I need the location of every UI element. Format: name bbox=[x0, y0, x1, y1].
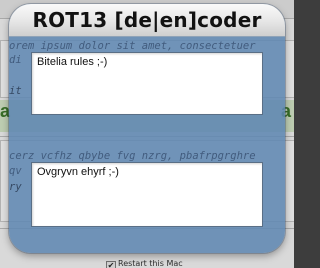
title-bar[interactable]: ROT13 [de|en]coder bbox=[9, 4, 285, 37]
background-text-line: orem ipsum dolor sit amet, consectetuer bbox=[9, 40, 256, 52]
widget-title: ROT13 [de|en]coder bbox=[32, 8, 262, 32]
ciphertext-output[interactable]: Ovgryvn ehyrf ;-) bbox=[31, 162, 263, 227]
background-text-line: cerz vcfhz qbybe fvg nzrg, pbafrpgrghre bbox=[9, 150, 256, 162]
rot13-widget: ROT13 [de|en]coder orem ipsum dolor sit … bbox=[9, 4, 285, 253]
plaintext-input[interactable]: Bitelia rules ;-) bbox=[31, 52, 263, 115]
